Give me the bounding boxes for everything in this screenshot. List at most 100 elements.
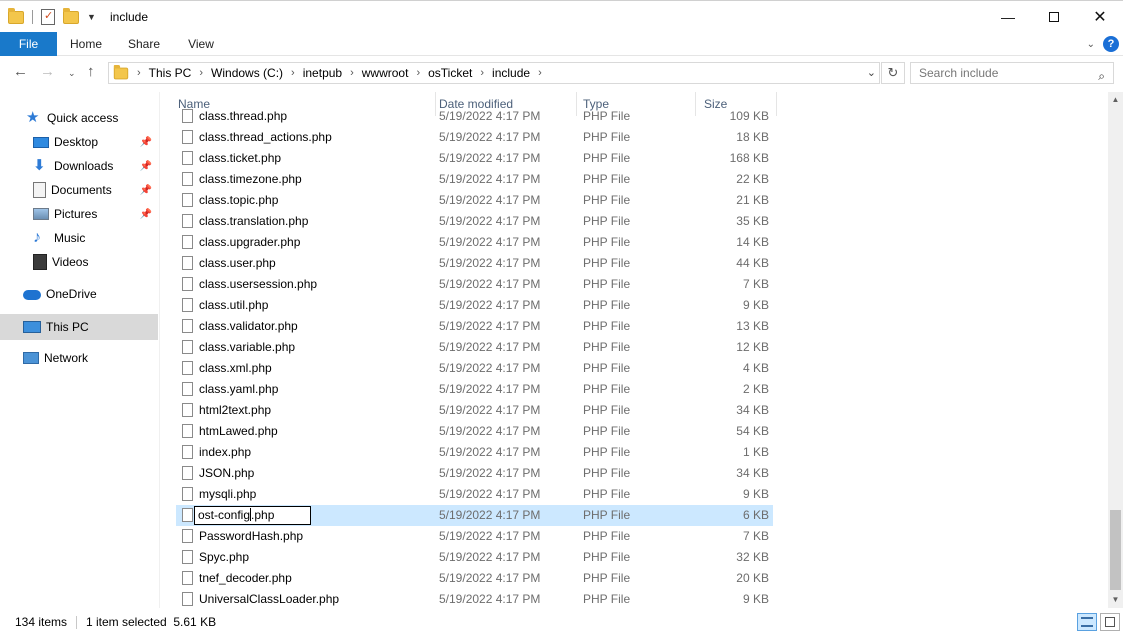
table-row[interactable]: Spyc.php 5/19/2022 4:17 PM PHP File 32 KB [176,547,773,568]
file-name: htmLawed.php [199,424,278,438]
column-divider[interactable] [776,92,777,116]
table-row[interactable]: class.validator.php 5/19/2022 4:17 PM PHP … [176,316,773,337]
sidebar-item-pictures[interactable]: Pictures 📌 [0,202,158,226]
tab-view[interactable]: View [173,32,229,56]
sidebar-item-videos[interactable]: Videos [0,250,158,274]
new-folder-icon[interactable] [63,7,79,24]
breadcrumb-include[interactable]: include › [492,66,550,80]
table-row[interactable]: class.upgrader.php 5/19/2022 4:17 PM PHP F… [176,232,773,253]
file-size: 32 KB [736,550,769,564]
up-arrow-icon[interactable]: ↑ [87,63,95,80]
table-row[interactable]: class.thread.php 5/19/2022 4:17 PM PHP Fil… [176,106,773,127]
table-row[interactable]: html2text.php 5/19/2022 4:17 PM PHP File 34… [176,400,773,421]
sidebar-item-documents[interactable]: Documents 📌 [0,178,158,202]
table-row[interactable]: class.xml.php 5/19/2022 4:17 PM PHP File 4 … [176,358,773,379]
breadcrumb-windows-c[interactable]: Windows (C:) › [211,66,303,80]
pin-icon[interactable]: 📌 [140,137,152,148]
recent-locations-chevron-icon[interactable]: ⌄ [68,68,76,79]
sidebar-item-desktop[interactable]: Desktop 📌 [0,130,158,154]
forward-arrow-icon[interactable]: → [40,63,55,80]
table-row[interactable]: class.yaml.php 5/19/2022 4:17 PM PHP File 2… [176,379,773,400]
scroll-down-arrow-icon[interactable]: ▼ [1108,592,1123,608]
table-row[interactable]: index.php 5/19/2022 4:17 PM PHP File 1 KB [176,442,773,463]
breadcrumb-wwwroot[interactable]: wwwroot › [362,66,428,80]
refresh-button[interactable]: ↻ [881,62,905,84]
file-size: 44 KB [736,256,769,270]
table-row[interactable]: class.ticket.php 5/19/2022 4:17 PM PHP Fil… [176,148,773,169]
help-icon[interactable]: ? [1103,36,1119,52]
pin-icon[interactable]: 📌 [140,161,152,172]
file-type: PHP File [583,424,631,438]
table-row[interactable]: tnef_decoder.php 5/19/2022 4:17 PM PHP Fil… [176,568,773,589]
navigation-pane: ★ Quick access Desktop 📌 ⬇ Downloads 📌 D… [0,92,158,608]
breadcrumb-this-pc[interactable]: This PC › [149,66,211,80]
file-date-modified: 5/19/2022 4:17 PM [439,256,541,270]
tab-home[interactable]: Home [57,32,115,56]
file-date-modified: 5/19/2022 4:17 PM [439,361,541,375]
file-name: class.upgrader.php [199,235,301,249]
sidebar-item-network[interactable]: Network [0,346,158,370]
table-row[interactable]: UniversalClassLoader.php 5/19/2022 4:17 P… [176,589,773,608]
table-row[interactable]: PasswordHash.php 5/19/2022 4:17 PM PHP Fil… [176,526,773,547]
file-type: PHP File [583,508,631,522]
back-arrow-icon[interactable]: ← [13,63,28,80]
crumb-sep-icon[interactable]: › [480,67,484,79]
scrollbar-thumb[interactable] [1110,510,1121,590]
table-row[interactable]: class.util.php 5/19/2022 4:17 PM PHP File 9… [176,295,773,316]
table-row[interactable]: class.thread_actions.php 5/19/2022 4:17 P… [176,127,773,148]
address-dropdown-chevron-icon[interactable]: ⌄ [867,66,876,79]
address-bar[interactable]: › This PC › Windows (C:) › inetpub › wwwroo… [108,62,880,84]
file-type: PHP File [583,193,631,207]
breadcrumb-osticket[interactable]: osTicket › [428,66,492,80]
sidebar-item-quick-access[interactable]: ★ Quick access [0,106,158,130]
sidebar-item-music[interactable]: ♪ Music [0,226,158,250]
large-icons-view-button[interactable] [1100,613,1120,631]
breadcrumb-inetpub[interactable]: inetpub › [303,66,362,80]
status-bar: 134 items 1 item selected 5.61 KB [0,610,1123,634]
table-row[interactable]: class.topic.php 5/19/2022 4:17 PM PHP File… [176,190,773,211]
tab-share[interactable]: Share [115,32,173,56]
tab-file[interactable]: File [0,32,57,56]
maximize-icon [1049,12,1059,22]
pin-icon[interactable]: 📌 [140,209,152,220]
crumb-sep-icon[interactable]: › [199,67,203,79]
minimize-button[interactable]: — [985,1,1031,33]
details-view-button[interactable] [1077,613,1097,631]
file-date-modified: 5/19/2022 4:17 PM [439,277,541,291]
scroll-up-arrow-icon[interactable]: ▲ [1108,92,1123,108]
file-size: 14 KB [736,235,769,249]
rename-input[interactable]: ost-config.php [194,506,311,525]
table-row[interactable]: mysqli.php 5/19/2022 4:17 PM PHP File 9 KB [176,484,773,505]
php-file-icon [182,214,193,228]
close-button[interactable]: ✕ [1077,1,1123,33]
table-row[interactable]: class.user.php 5/19/2022 4:17 PM PHP File 4… [176,253,773,274]
crumb-sep-icon[interactable]: › [137,67,141,79]
sidebar-item-this-pc[interactable]: This PC [0,314,158,340]
table-row[interactable]: class.translation.php 5/19/2022 4:17 PM PH… [176,211,773,232]
expand-ribbon-chevron-icon[interactable]: ⌄ [1087,39,1095,50]
vertical-scrollbar[interactable]: ▲ ▼ [1108,92,1123,608]
file-name: class.ticket.php [199,151,282,165]
maximize-button[interactable] [1031,1,1077,33]
crumb-sep-icon[interactable]: › [350,67,354,79]
table-row[interactable]: htmLawed.php 5/19/2022 4:17 PM PHP File 54 … [176,421,773,442]
php-file-icon [182,550,193,564]
table-row[interactable]: class.variable.php 5/19/2022 4:17 PM PHP F… [176,337,773,358]
sidebar-item-onedrive[interactable]: OneDrive [0,282,158,306]
table-row[interactable]: JSON.php 5/19/2022 4:17 PM PHP File 34 KB [176,463,773,484]
php-file-icon [182,487,193,501]
properties-icon[interactable] [41,9,55,25]
crumb-sep-icon[interactable]: › [538,67,542,79]
crumb-sep-icon[interactable]: › [291,67,295,79]
file-size: 1 KB [742,445,769,459]
crumb-sep-icon[interactable]: › [416,67,420,79]
search-input[interactable]: Search include ⌕ [910,62,1114,84]
sidebar-item-downloads[interactable]: ⬇ Downloads 📌 [0,154,158,178]
table-row[interactable]: class.timezone.php 5/19/2022 4:17 PM PHP F… [176,169,773,190]
file-name: index.php [199,445,252,459]
table-row[interactable]: class.usersession.php 5/19/2022 4:17 PM PH… [176,274,773,295]
pin-icon[interactable]: 📌 [140,185,152,196]
selection-info: 1 item selected 5.61 KB [86,615,217,629]
customize-toolbar-chevron-icon[interactable]: ▼ [87,12,96,22]
table-row-selected[interactable]: ost-config.php 5/19/2022 4:17 PM PHP File 6… [176,505,773,526]
